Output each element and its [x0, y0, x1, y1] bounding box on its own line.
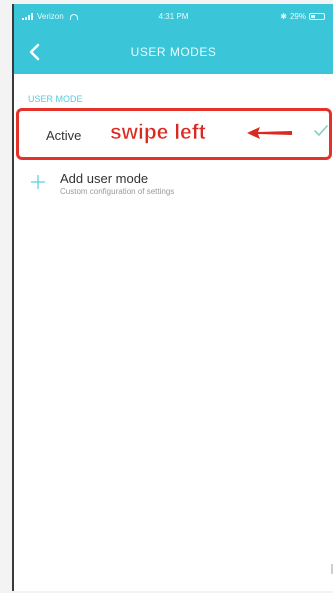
battery-percent: 29%: [289, 12, 306, 21]
section-header: USER MODE: [28, 94, 83, 104]
page-title: USER MODES: [130, 45, 217, 59]
status-bar: Verizon 4:31 PM ✱ 29%: [14, 4, 333, 30]
plus-icon[interactable]: [30, 174, 46, 190]
add-user-mode-button[interactable]: Add user mode: [60, 171, 148, 186]
swipe-annotation: swipe left: [110, 121, 206, 145]
battery-icon: [309, 13, 325, 20]
phone-screen: Verizon 4:31 PM ✱ 29% USER MODES USER MO…: [12, 4, 333, 591]
arrow-left-icon: [247, 127, 292, 139]
user-mode-label: Active: [46, 128, 82, 143]
status-right: ✱ 29%: [280, 12, 325, 21]
add-user-mode-subtitle: Custom configuration of settings: [60, 187, 175, 196]
nav-bar: USER MODES: [14, 30, 333, 74]
bluetooth-icon: ✱: [280, 12, 287, 21]
check-icon: [314, 125, 328, 136]
